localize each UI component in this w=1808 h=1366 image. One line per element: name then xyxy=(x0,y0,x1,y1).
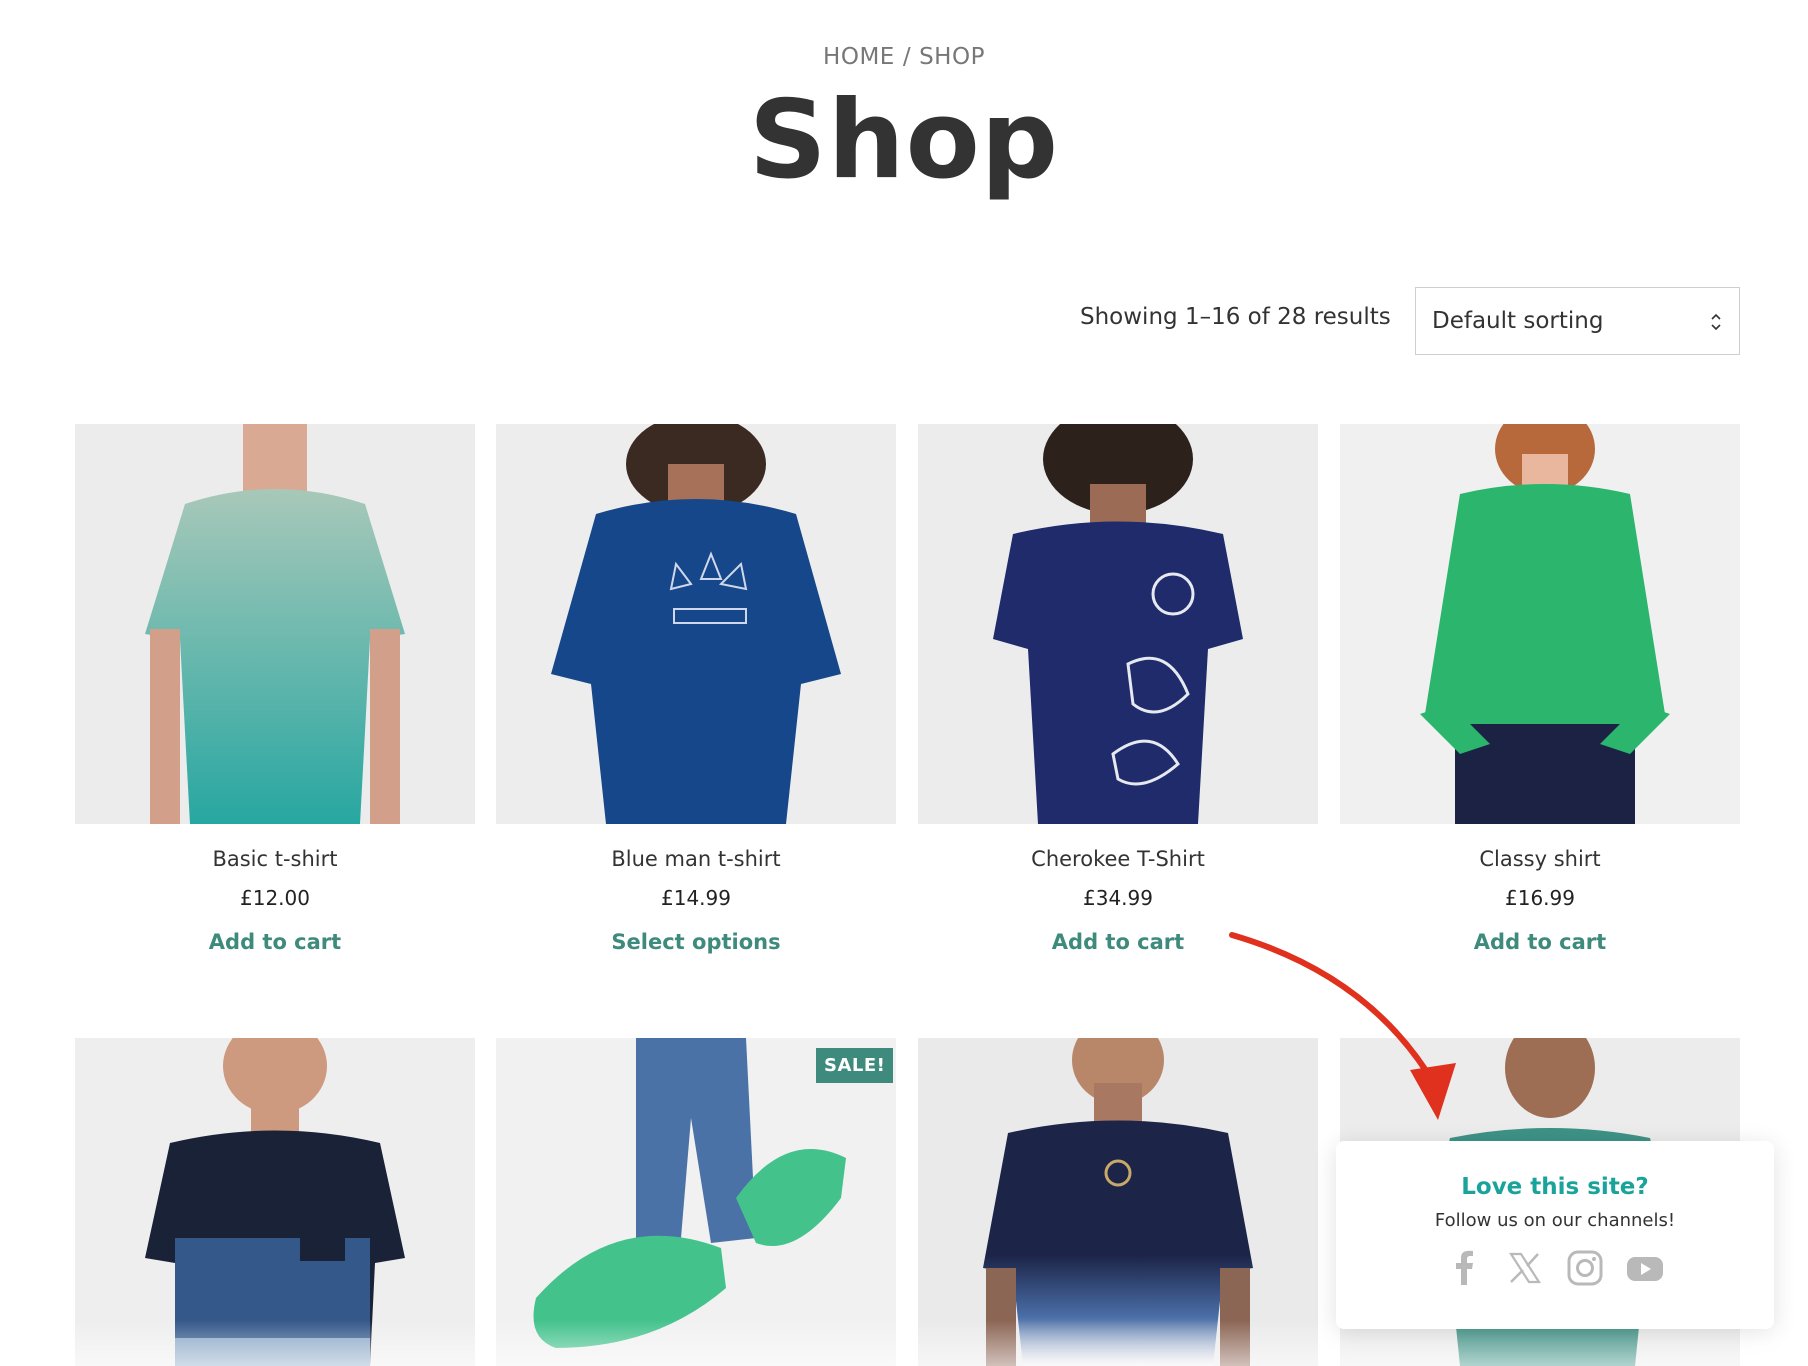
shop-page: HOME / SHOP Shop Showing 1–16 of 28 result… xyxy=(0,0,1808,1366)
product-image[interactable] xyxy=(75,424,475,824)
facebook-icon[interactable] xyxy=(1446,1249,1484,1287)
popup-subtitle: Follow us on our channels! xyxy=(1434,1210,1676,1231)
follow-popup: Love this site? Follow us on our channel… xyxy=(1336,1141,1774,1329)
result-count: Showing 1–16 of 28 results xyxy=(1080,304,1391,330)
breadcrumb-current: SHOP xyxy=(919,44,985,70)
breadcrumb-home[interactable]: HOME xyxy=(823,44,895,70)
sorting-selected-value: Default sorting xyxy=(1432,308,1604,334)
select-arrows-icon xyxy=(1711,313,1721,331)
add-to-cart-button[interactable]: Add to cart xyxy=(75,930,475,954)
product-image[interactable] xyxy=(75,1038,475,1366)
page-title: Shop xyxy=(748,78,1060,203)
instagram-icon[interactable] xyxy=(1566,1249,1604,1287)
product-price: £12.00 xyxy=(240,886,310,910)
product-name[interactable]: Blue man t-shirt xyxy=(496,847,896,871)
x-icon[interactable] xyxy=(1506,1249,1544,1287)
social-icons xyxy=(1336,1249,1774,1287)
sale-badge: SALE! xyxy=(816,1048,894,1083)
product-price: £14.99 xyxy=(661,886,731,910)
product-image[interactable] xyxy=(1340,424,1740,824)
product-name[interactable]: Classy shirt xyxy=(1340,847,1740,871)
breadcrumb-separator: / xyxy=(902,44,912,70)
annotation-arrow-icon xyxy=(1229,932,1456,1120)
product-image[interactable]: SALE! xyxy=(496,1038,896,1366)
youtube-icon[interactable] xyxy=(1626,1249,1664,1287)
product-image[interactable] xyxy=(496,424,896,824)
popup-title: Love this site? xyxy=(1461,1174,1649,1200)
product-name[interactable]: Cherokee T-Shirt xyxy=(918,847,1318,871)
select-options-button[interactable]: Select options xyxy=(496,930,896,954)
product-image[interactable] xyxy=(918,424,1318,824)
product-price: £16.99 xyxy=(1505,886,1575,910)
product-price: £34.99 xyxy=(1083,886,1153,910)
product-name[interactable]: Basic t-shirt xyxy=(75,847,475,871)
breadcrumb: HOME / SHOP xyxy=(0,44,1808,70)
bottom-fade xyxy=(0,1320,1808,1366)
sorting-select[interactable]: Default sorting xyxy=(1415,287,1740,355)
